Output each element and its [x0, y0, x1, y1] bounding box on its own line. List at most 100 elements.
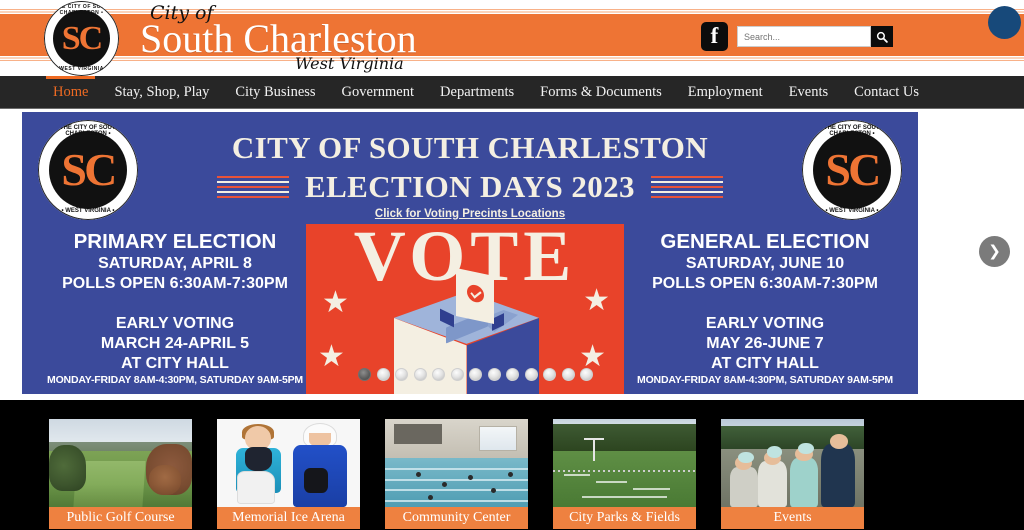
main-navigation: Home Stay, Shop, Play City Business Gove… — [0, 76, 1024, 108]
carousel-dot[interactable] — [524, 368, 538, 381]
carousel-dot[interactable] — [413, 368, 427, 381]
banner-subtitle-row: ELECTION DAYS 2023 — [22, 169, 918, 205]
carousel-next-button[interactable]: ❯ — [979, 236, 1010, 267]
cotton-candy — [766, 446, 783, 458]
seal-monogram: SC — [61, 19, 103, 57]
quick-links-list: Public Golf Course Memorial Ice Arena Co… — [49, 419, 864, 529]
ice-scene — [217, 419, 360, 507]
search-button[interactable] — [871, 26, 893, 47]
dash — [217, 180, 290, 184]
facebook-icon[interactable]: f — [701, 22, 728, 51]
yard-line — [564, 473, 591, 476]
cotton-candy — [798, 442, 814, 455]
chat-widget-button[interactable] — [988, 6, 1021, 39]
carousel-dot[interactable] — [543, 368, 556, 381]
nav-item-city-business[interactable]: City Business — [222, 76, 328, 108]
swimmer — [427, 494, 433, 500]
ballot-checkmark-icon — [467, 283, 484, 304]
dash — [217, 175, 290, 179]
wordmark-west-virginia: West Virginia — [295, 54, 404, 73]
general-early-voting-hours: MONDAY-FRIDAY 8AM-4:30PM, SATURDAY 9AM-5… — [637, 373, 893, 386]
search-input[interactable] — [737, 26, 871, 47]
carousel-dot[interactable] — [580, 368, 593, 381]
tile-memorial-ice-arena[interactable]: Memorial Ice Arena — [217, 419, 360, 529]
banner-title: CITY OF SOUTH CHARLESTON — [231, 130, 709, 165]
banner-seal-right-monogram: SC — [825, 143, 881, 195]
voting-precincts-link[interactable]: Click for Voting Precints Locations — [22, 208, 918, 220]
yard-line — [581, 496, 668, 499]
primary-election-date: SATURDAY, APRIL 8 — [98, 254, 252, 272]
image-fade — [49, 484, 192, 507]
child — [729, 466, 759, 507]
carousel-dot[interactable] — [432, 368, 445, 381]
dash — [650, 185, 723, 189]
ice-skate — [237, 471, 275, 504]
city-seal-logo[interactable]: • THE CITY OF SOUTH CHARLESTON • SC • WE… — [44, 1, 119, 76]
banner-subtitle: ELECTION DAYS 2023 — [305, 169, 635, 204]
tile-image-ice — [217, 419, 360, 507]
window — [479, 426, 517, 451]
primary-early-voting-heading: EARLY VOTING — [115, 314, 235, 332]
child — [758, 461, 787, 507]
carousel-dot[interactable] — [487, 368, 501, 381]
banner-seal-right-arc-bottom: • WEST VIRGINIA • — [825, 208, 879, 214]
adult-head — [829, 433, 849, 449]
tile-community-center[interactable]: Community Center — [385, 419, 528, 529]
lane-line — [385, 468, 528, 471]
carousel-dot[interactable] — [395, 368, 408, 381]
nav-item-employment[interactable]: Employment — [675, 76, 776, 108]
tile-public-golf-course[interactable]: Public Golf Course — [49, 419, 192, 529]
tile-caption-community-center: Community Center — [385, 507, 528, 529]
search-form — [737, 26, 893, 47]
banner-dash-left — [217, 175, 290, 199]
quick-links-strip: Public Golf Course Memorial Ice Arena Co… — [0, 400, 1024, 530]
nav-item-events[interactable]: Events — [776, 76, 841, 108]
carousel-dot[interactable] — [561, 368, 575, 381]
carousel-dot[interactable] — [506, 368, 519, 381]
goal-post — [593, 438, 596, 462]
general-election-block: GENERAL ELECTION SATURDAY, JUNE 10 POLLS… — [620, 230, 910, 386]
child — [789, 457, 819, 507]
nav-item-contact-us[interactable]: Contact Us — [841, 76, 932, 108]
search-icon — [876, 31, 888, 43]
golf-scene — [49, 419, 192, 507]
nav-item-government[interactable]: Government — [329, 76, 427, 108]
tile-caption-ice: Memorial Ice Arena — [217, 507, 360, 529]
nav-bottom-rule — [0, 108, 1024, 109]
star-icon: ★ — [322, 285, 349, 320]
star-icon: ★ — [583, 283, 610, 318]
tile-city-parks-fields[interactable]: City Parks & Fields — [553, 419, 696, 529]
banner-seal-left-monogram: SC — [61, 143, 117, 195]
general-early-voting-heading: EARLY VOTING — [705, 314, 825, 332]
nav-list: Home Stay, Shop, Play City Business Gove… — [0, 76, 1024, 108]
yard-line — [633, 487, 671, 490]
nav-item-forms-documents[interactable]: Forms & Documents — [527, 76, 675, 108]
star-icon: ★ — [318, 339, 345, 374]
nav-item-home[interactable]: Home — [40, 76, 101, 108]
tile-image-field — [553, 419, 696, 507]
banner-seal-right-arc-top: • THE CITY OF SOUTH CHARLESTON • — [820, 125, 884, 137]
tile-caption-parks: City Parks & Fields — [553, 507, 696, 529]
carousel-dot[interactable] — [376, 368, 390, 381]
chevron-right-icon: ❯ — [988, 242, 1001, 260]
site-wordmark[interactable]: City of South Charleston West Virginia — [140, 2, 560, 76]
nav-item-stay-shop-play[interactable]: Stay, Shop, Play — [101, 76, 222, 108]
dash — [650, 180, 723, 184]
carousel-dot[interactable] — [469, 368, 482, 381]
page-root: • THE CITY OF SOUTH CHARLESTON • SC • WE… — [0, 0, 1024, 530]
primary-election-block: PRIMARY ELECTION SATURDAY, APRIL 8 POLLS… — [30, 230, 320, 386]
tile-events[interactable]: Events — [721, 419, 864, 529]
tile-image-events — [721, 419, 864, 507]
skater-child — [234, 423, 283, 507]
nav-item-departments[interactable]: Departments — [427, 76, 527, 108]
primary-early-voting-dates: MARCH 24-APRIL 5 — [100, 334, 250, 352]
lane-line — [385, 489, 528, 492]
carousel-dot[interactable] — [450, 368, 464, 381]
tile-image-golf — [49, 419, 192, 507]
general-early-voting-place: AT CITY HALL — [711, 354, 819, 372]
turf — [553, 450, 696, 507]
seal-arc-top-text: • THE CITY OF SOUTH CHARLESTON • — [50, 4, 113, 16]
hockey-child — [291, 422, 348, 507]
carousel-dot[interactable] — [358, 368, 371, 381]
